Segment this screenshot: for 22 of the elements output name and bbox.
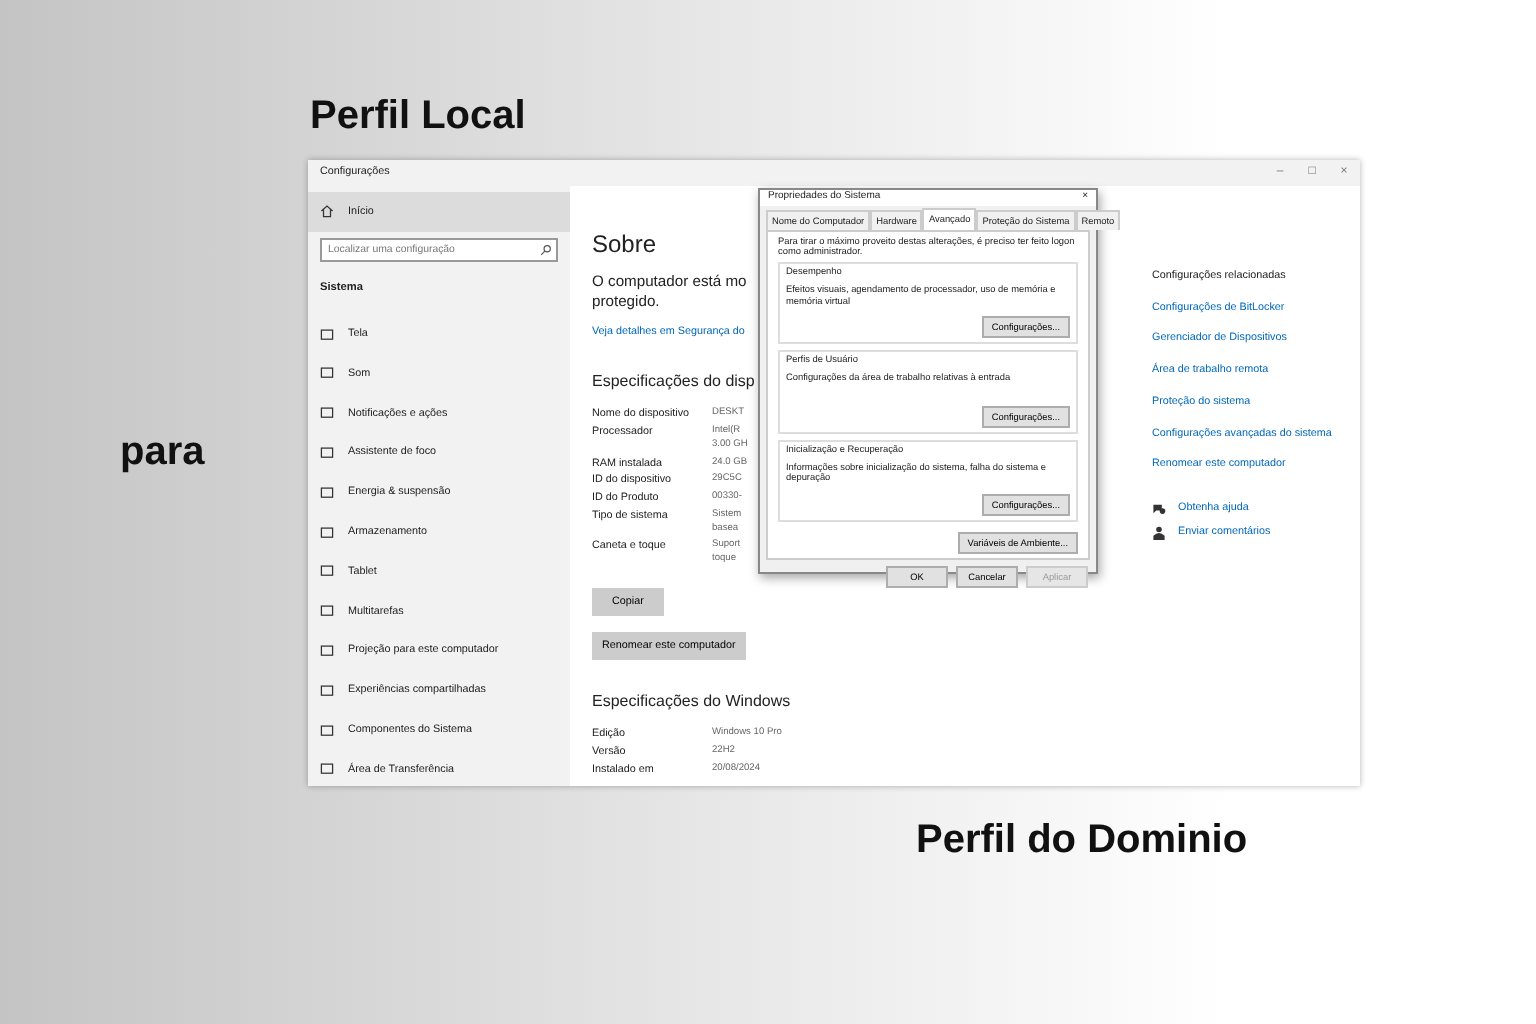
square-icon xyxy=(320,723,334,738)
caption-title: Perfil Local xyxy=(310,96,526,136)
page-title: Sobre xyxy=(592,228,657,262)
caption-title: Perfil do Dominio xyxy=(916,820,1248,860)
person-icon xyxy=(1152,525,1166,540)
section-heading: Especificações do Windows xyxy=(592,690,791,715)
search-icon xyxy=(540,243,552,256)
square-icon xyxy=(320,485,334,500)
caption-text: para xyxy=(120,432,205,472)
square-icon xyxy=(320,683,334,698)
square-icon xyxy=(320,762,334,777)
square-icon xyxy=(320,604,334,619)
home-icon xyxy=(320,204,334,219)
square-icon xyxy=(320,445,334,460)
square-icon xyxy=(320,406,334,421)
chat-icon xyxy=(1152,501,1166,516)
square-icon xyxy=(320,564,334,579)
square-icon xyxy=(320,327,334,342)
square-icon xyxy=(320,525,334,540)
square-icon xyxy=(320,366,334,381)
section-heading: Especificações do disp xyxy=(592,370,755,395)
square-icon xyxy=(320,643,334,658)
